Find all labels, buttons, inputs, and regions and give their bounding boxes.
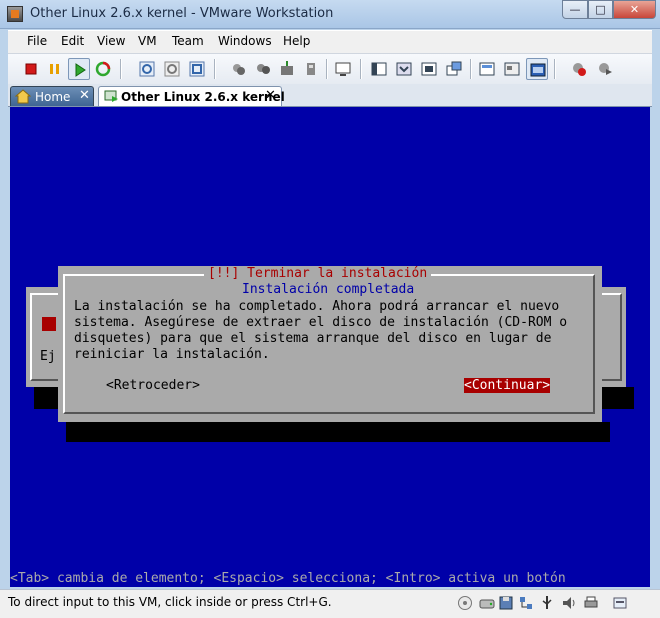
usb-device-icon[interactable] — [539, 595, 555, 611]
snapshot-manager-icon[interactable] — [186, 58, 208, 80]
continue-button[interactable]: <Continuar> — [464, 378, 551, 393]
show-sidebar-icon[interactable] — [368, 58, 390, 80]
menu-edit[interactable]: Edit — [61, 34, 84, 48]
menu-vm[interactable]: VM — [138, 34, 157, 48]
sound-icon[interactable] — [561, 595, 577, 611]
vm-icon — [103, 88, 119, 107]
close-button[interactable]: ✕ — [613, 0, 656, 19]
network-icon[interactable] — [518, 595, 534, 611]
dialog-text-line: reiniciar la instalación. — [74, 347, 270, 362]
menu-file[interactable]: File — [27, 34, 47, 48]
appliance-icon[interactable] — [276, 58, 298, 80]
menu-view[interactable]: View — [97, 34, 125, 48]
dialog-shadow — [66, 422, 610, 442]
toolbar-separator — [360, 59, 362, 79]
tab-vm[interactable]: Other Linux 2.6.x kernel ✕ — [98, 86, 285, 107]
toolbar-separator — [326, 59, 328, 79]
full-screen-icon[interactable] — [418, 58, 440, 80]
tab-home[interactable]: Home ✕ — [10, 86, 94, 106]
menu-bar: File Edit View VM Team Windows Help — [8, 30, 652, 53]
close-tab-home-icon[interactable]: ✕ — [79, 88, 90, 103]
background-indicator — [42, 317, 56, 331]
reset-icon[interactable] — [92, 58, 114, 80]
unity-icon[interactable] — [443, 58, 465, 80]
replay-icon[interactable] — [594, 58, 616, 80]
power-off-icon[interactable] — [20, 58, 42, 80]
vmware-icon — [7, 6, 23, 22]
title-bar[interactable]: Other Linux 2.6.x kernel - VMware Workst… — [0, 0, 660, 29]
dialog-text-line: disquetes) para que el sistema arranque … — [74, 331, 552, 346]
console-tab-icon[interactable] — [526, 58, 548, 80]
usb-icon[interactable] — [300, 58, 322, 80]
floppy-icon[interactable] — [498, 595, 514, 611]
tab-vm-label: Other Linux 2.6.x kernel — [121, 90, 285, 104]
cdrom-icon[interactable] — [457, 595, 473, 611]
minimize-button[interactable]: — — [562, 0, 588, 19]
finish-install-dialog: [!!] Terminar la instalación Instalación… — [58, 266, 602, 422]
tab-bar: Home ✕ Other Linux 2.6.x kernel ✕ — [8, 84, 652, 107]
toolbar-separator — [214, 59, 216, 79]
toolbar-separator — [120, 59, 122, 79]
close-tab-vm-icon[interactable]: ✕ — [265, 88, 276, 103]
appliance-view-icon[interactable] — [501, 58, 523, 80]
status-message: To direct input to this VM, click inside… — [8, 595, 332, 609]
tab-home-label: Home — [35, 90, 71, 104]
keyboard-help: <Tab> cambia de elemento; <Espacio> sele… — [10, 571, 566, 586]
clone-icon[interactable] — [228, 58, 250, 80]
toolbar-separator — [554, 59, 556, 79]
printer-icon[interactable] — [583, 595, 599, 611]
summary-view-icon[interactable] — [476, 58, 498, 80]
window-title: Other Linux 2.6.x kernel - VMware Workst… — [30, 6, 334, 21]
power-on-icon[interactable] — [68, 58, 90, 80]
toolbar — [8, 53, 652, 85]
back-button[interactable]: <Retroceder> — [106, 378, 200, 393]
quick-switch-icon[interactable] — [393, 58, 415, 80]
message-log-icon[interactable] — [612, 595, 628, 611]
team-icon[interactable] — [252, 58, 274, 80]
background-text: Ej — [40, 349, 56, 364]
dialog-subtitle: Instalación completada — [242, 282, 415, 297]
home-icon — [14, 89, 32, 107]
hard-disk-icon[interactable] — [479, 595, 495, 611]
maximize-button[interactable]: □ — [588, 0, 613, 19]
suspend-icon[interactable] — [44, 58, 66, 80]
menu-help[interactable]: Help — [283, 34, 310, 48]
record-icon[interactable] — [568, 58, 590, 80]
snapshot-revert-icon[interactable] — [161, 58, 183, 80]
vm-console[interactable]: Ej [!!] Terminar la instalación Instalac… — [10, 107, 650, 587]
dialog-text-line: La instalación se ha completado. Ahora p… — [74, 299, 560, 314]
console-view-icon[interactable] — [332, 58, 354, 80]
menu-team[interactable]: Team — [172, 34, 204, 48]
menu-windows[interactable]: Windows — [218, 34, 272, 48]
toolbar-separator — [470, 59, 472, 79]
dialog-text-line: sistema. Asegúrese de extraer el disco d… — [74, 315, 568, 330]
status-bar: To direct input to this VM, click inside… — [0, 589, 660, 618]
dialog-title: [!!] Terminar la instalación — [204, 266, 432, 281]
snapshot-take-icon[interactable] — [136, 58, 158, 80]
